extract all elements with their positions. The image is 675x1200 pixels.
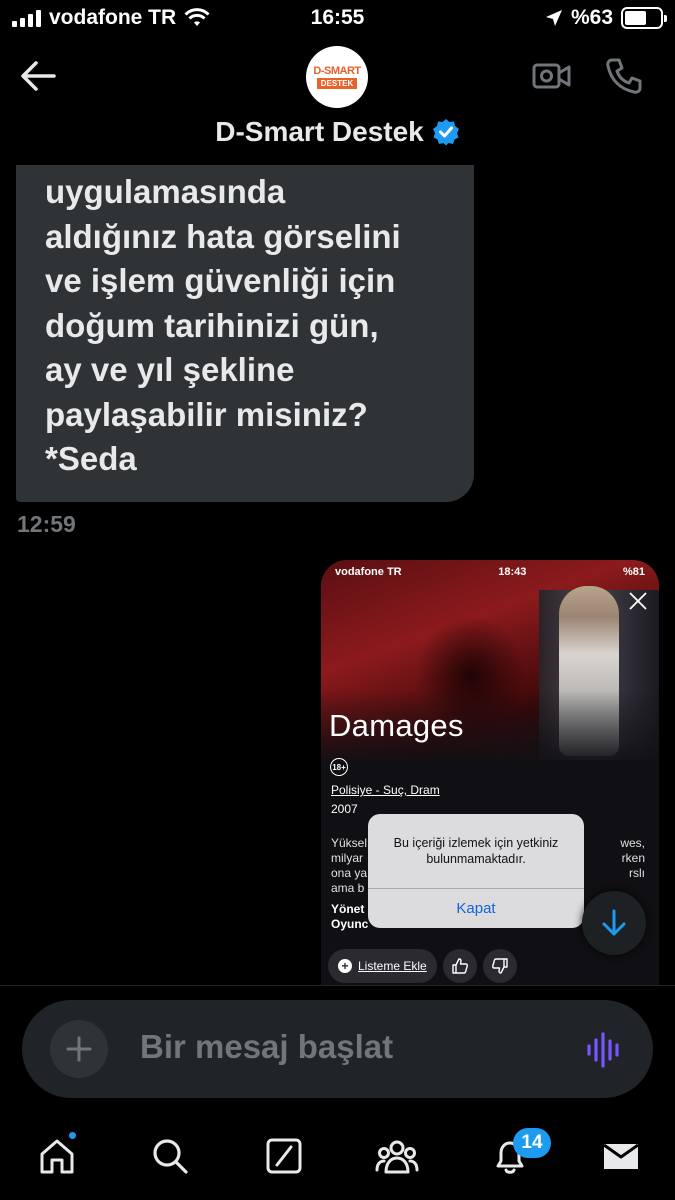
status-bar: vodafone TR 16:55 %63 [0, 0, 675, 40]
message-input[interactable]: Bir mesaj başlat [140, 1028, 393, 1066]
alert-close-button: Kapat [456, 900, 496, 917]
attachment-battery: %81 [622, 566, 645, 578]
description-right-line: rslı [629, 866, 645, 880]
battery-fill [625, 11, 647, 25]
composer-bar: Bir mesaj başlat [0, 985, 675, 1113]
age-rating-badge: 18+ [330, 758, 348, 776]
avatar-logo-bottom: DESTEK [316, 78, 358, 89]
tab-communities[interactable] [374, 1133, 420, 1179]
scroll-to-bottom-button[interactable] [582, 891, 646, 955]
contact-name[interactable]: D-Smart Destek [0, 116, 675, 148]
attachment-actions: + Listeme Ekle [328, 949, 517, 983]
contact-name-label: D-Smart Destek [215, 116, 424, 147]
grok-icon [266, 1138, 302, 1174]
permission-alert-dialog: Bu içeriği izlemek için yetkiniz bulunma… [368, 814, 584, 928]
plus-icon [66, 1036, 92, 1062]
message-timestamp: 12:59 [17, 511, 76, 537]
alert-message: Bu içeriği izlemek için yetkiniz bulunma… [393, 836, 559, 866]
communities-icon [375, 1140, 419, 1174]
conversation-header: D-SMART DESTEK D-Smart Destek [0, 40, 675, 165]
status-right: %63 [545, 6, 667, 30]
avatar-logo-top: D-SMART [313, 65, 361, 77]
tab-search[interactable] [147, 1133, 193, 1179]
close-icon [629, 592, 647, 610]
description-right-line: rken [621, 851, 645, 865]
plus-circle-icon: + [338, 959, 352, 973]
phone-icon[interactable] [604, 56, 644, 96]
back-arrow-icon[interactable] [18, 58, 58, 94]
thumbs-down-icon [491, 958, 508, 974]
battery-icon [621, 7, 667, 29]
voice-message-icon[interactable] [584, 1030, 624, 1070]
thumbs-up-button [442, 949, 477, 983]
notification-count-badge: 14 [513, 1128, 551, 1158]
add-to-list-button: + Listeme Ekle [328, 949, 437, 983]
home-unread-dot [67, 1130, 78, 1141]
incoming-message-text: uygulamasında aldığınız hata görselini v… [45, 173, 401, 477]
avatar[interactable]: D-SMART DESTEK [306, 46, 368, 108]
message-composer: Bir mesaj başlat [22, 1000, 653, 1098]
tab-messages[interactable] [598, 1133, 644, 1179]
attachment-status-bar: vodafone TR 18:43 %81 [321, 560, 659, 584]
verified-badge-icon [432, 119, 459, 146]
cast-credit: Oyunc [331, 917, 369, 931]
thumbs-down-button [482, 949, 517, 983]
messages-icon [603, 1143, 639, 1169]
bottom-tab-bar [0, 1113, 675, 1200]
attachment-carrier: vodafone TR [335, 566, 402, 578]
video-camera-icon[interactable] [532, 60, 572, 92]
search-icon [153, 1139, 188, 1174]
add-to-list-label: Listeme Ekle [358, 959, 427, 973]
battery-percent: %63 [570, 6, 613, 29]
director-credit: Yönet [331, 902, 365, 916]
incoming-message-bubble[interactable]: uygulamasında aldığınız hata görselini v… [16, 120, 474, 502]
thumbs-up-icon [452, 958, 468, 974]
genre-link: Polisiye - Suç, Dram [331, 783, 440, 797]
attachment-time: 18:43 [498, 566, 527, 578]
add-media-button[interactable] [50, 1020, 108, 1078]
home-icon [40, 1139, 74, 1174]
location-arrow-icon [545, 10, 562, 26]
show-title: Damages [329, 708, 464, 743]
description-right-line: wes, [620, 836, 645, 850]
release-year: 2007 [331, 802, 358, 816]
tab-grok[interactable] [261, 1133, 307, 1179]
arrow-down-icon [602, 909, 626, 936]
